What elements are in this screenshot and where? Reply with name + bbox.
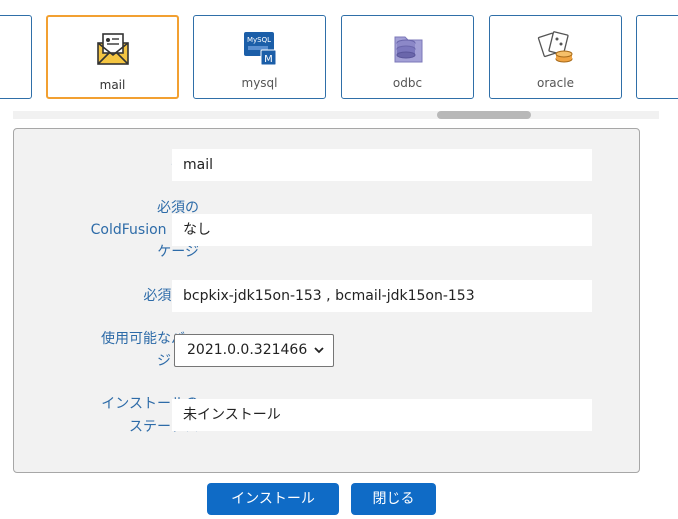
package-label-mysql: mysql	[241, 76, 278, 90]
name-value: mail	[172, 149, 592, 181]
oracle-icon	[537, 31, 572, 63]
required-jar-value: bcpkix-jdk15on-153 , bcmail-jdk15on-153	[172, 280, 592, 312]
svg-text:MySQL: MySQL	[246, 36, 270, 44]
version-select[interactable]: 2021.0.0.321466	[174, 334, 334, 367]
version-select-value: 2021.0.0.321466	[187, 342, 308, 358]
package-label-oracle: oracle	[537, 76, 574, 90]
package-carousel: mail MySQL M mysql odbc oracle	[0, 0, 678, 122]
required-packages-value: なし	[172, 214, 592, 246]
mysql-icon: MySQL M	[243, 32, 276, 66]
carousel-scrollbar[interactable]	[13, 111, 659, 119]
package-tile-partial-right[interactable]	[636, 15, 678, 99]
mail-icon	[96, 33, 129, 65]
package-tile-mysql[interactable]: MySQL M mysql	[193, 15, 326, 99]
package-tile-oracle[interactable]: oracle	[489, 15, 622, 99]
svg-text:M: M	[264, 54, 273, 65]
install-button[interactable]: インストール	[207, 483, 339, 515]
package-label-mail: mail	[99, 78, 126, 92]
install-status-value: 未インストール	[172, 399, 592, 431]
carousel-scrollbar-thumb[interactable]	[437, 111, 531, 119]
package-tile-partial-left[interactable]	[0, 15, 32, 99]
package-tile-odbc[interactable]: odbc	[341, 15, 474, 99]
package-tile-mail[interactable]: mail	[46, 15, 179, 99]
odbc-database-icon	[394, 36, 422, 63]
close-button[interactable]: 閉じる	[351, 483, 436, 515]
package-label-odbc: odbc	[392, 76, 423, 90]
chevron-down-icon	[314, 347, 324, 354]
